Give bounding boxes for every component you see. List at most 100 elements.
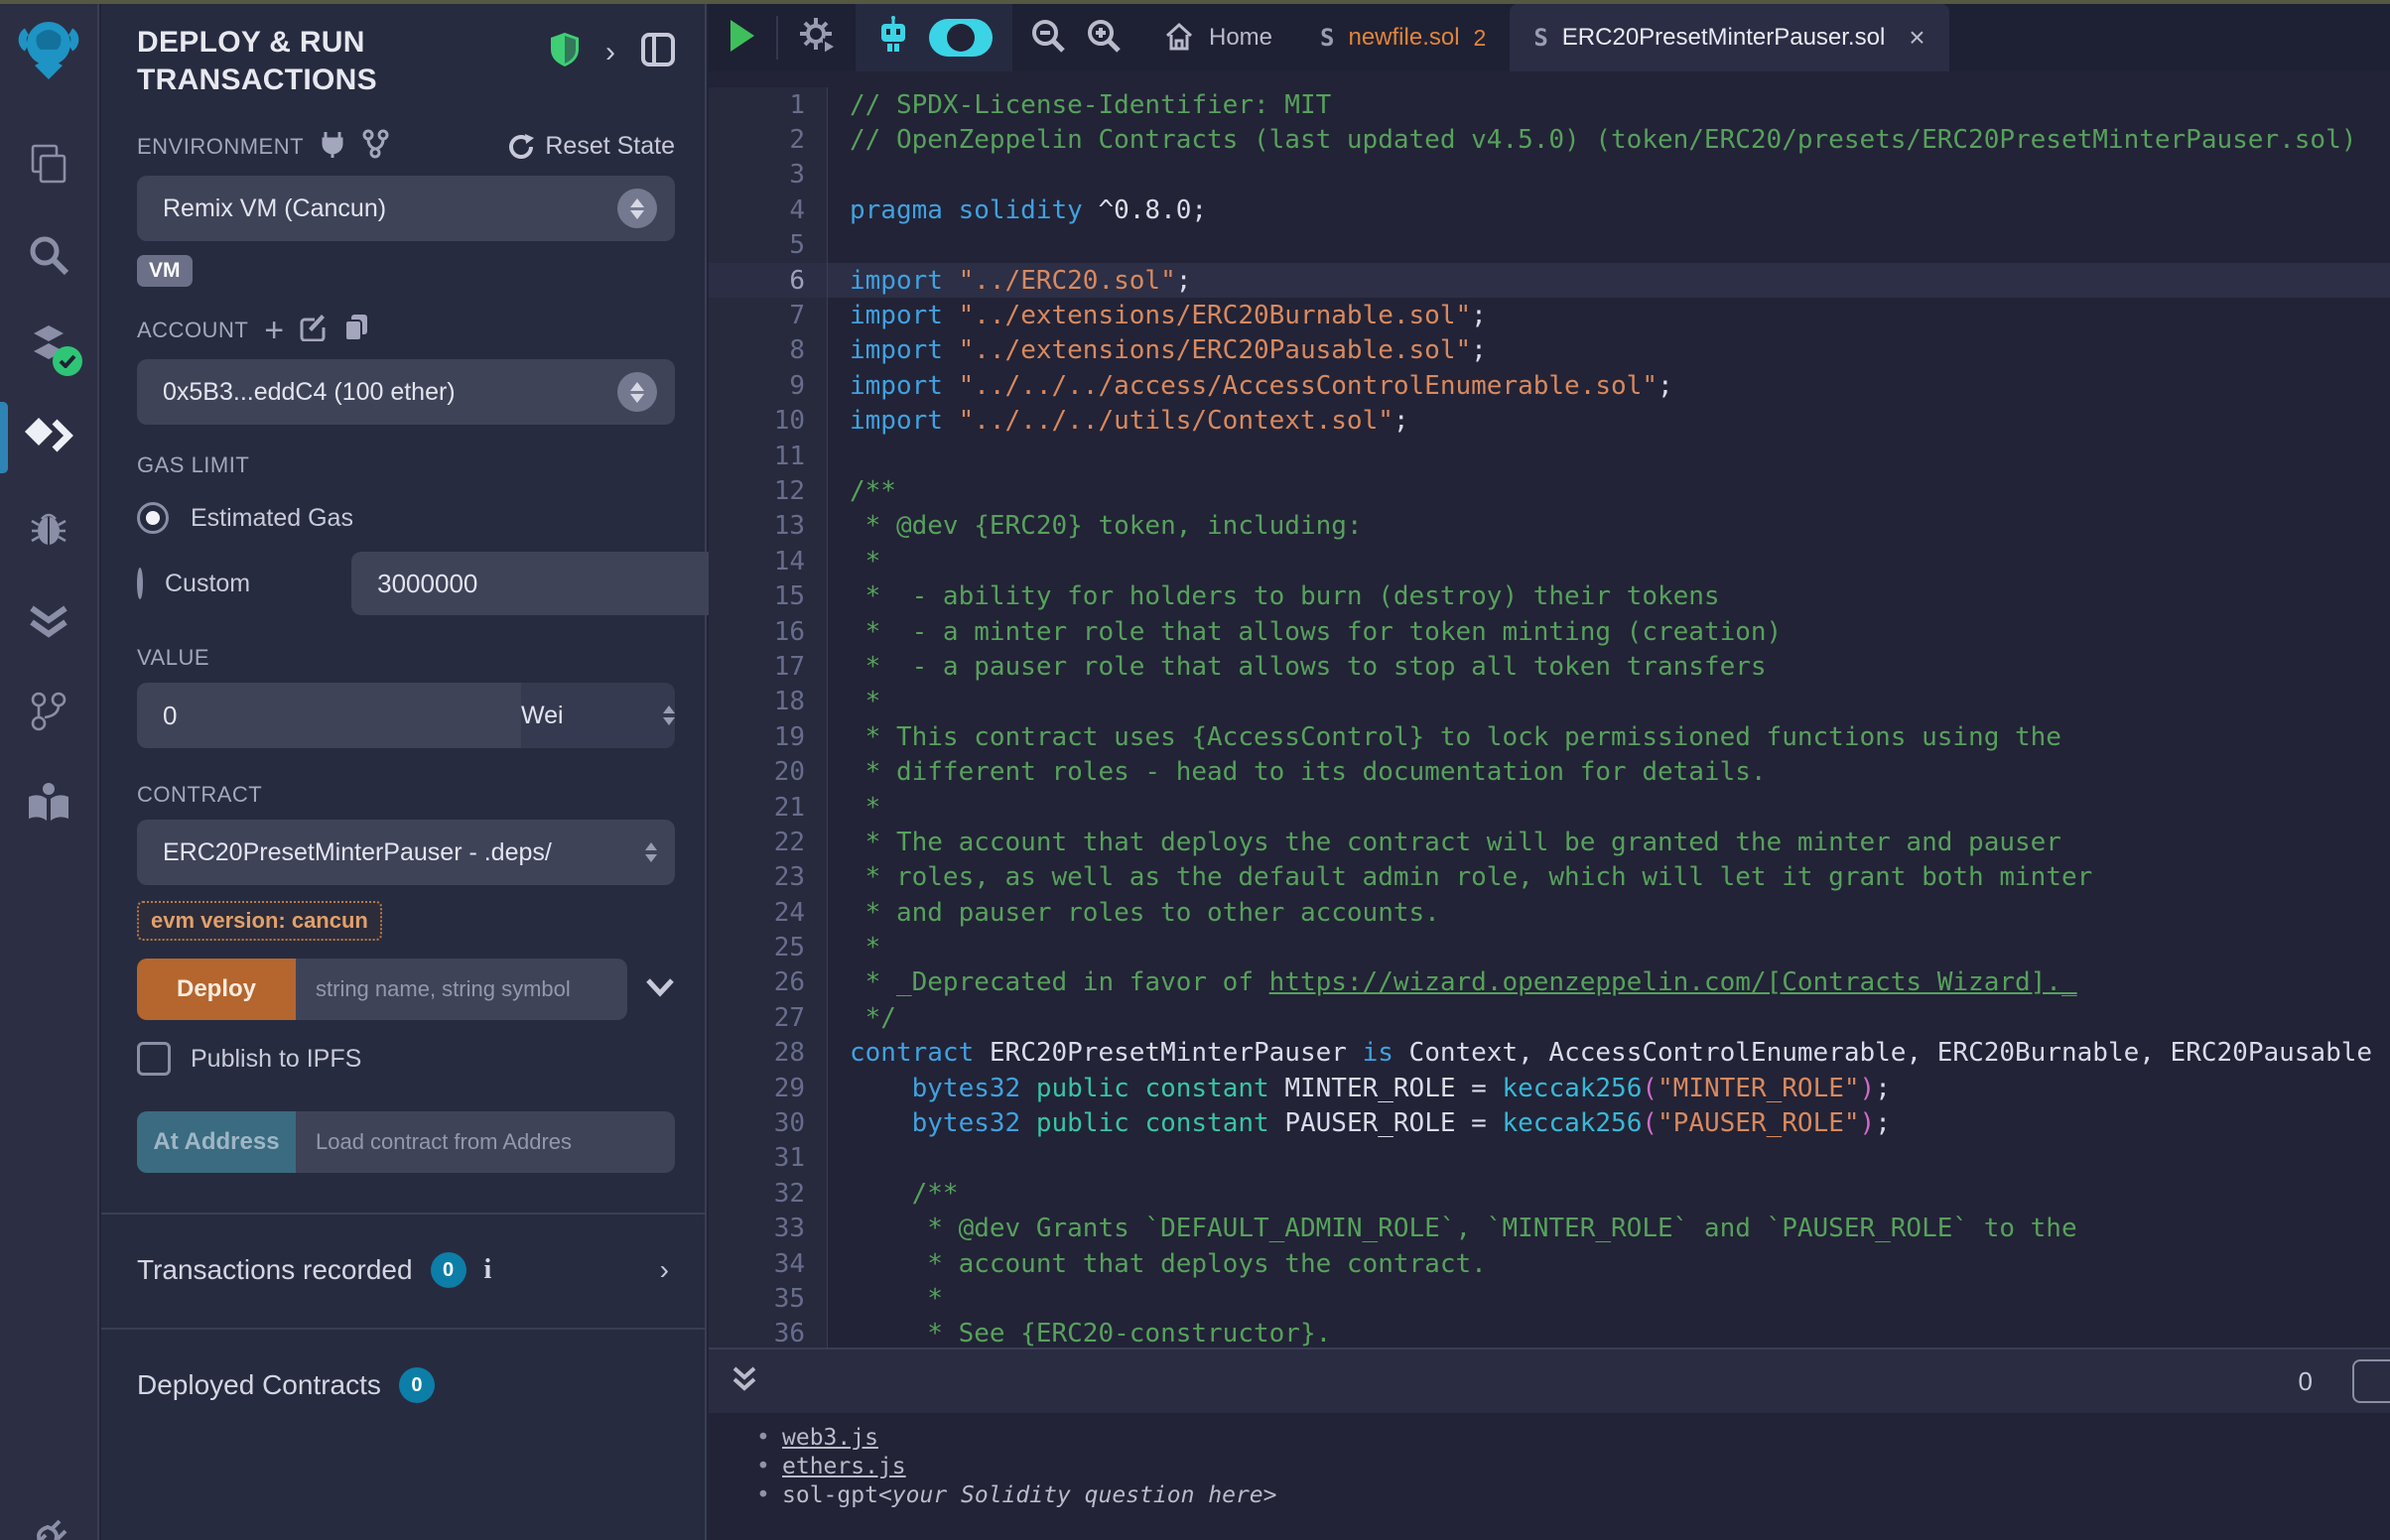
expand-args-icon[interactable] [645,977,675,1002]
transactions-recorded-section[interactable]: Transactions recorded 0 i › [101,1215,705,1288]
info-icon[interactable]: i [484,1254,492,1286]
code-line[interactable]: 14 * [709,544,2390,578]
code-line[interactable]: 15 * - ability for holders to burn (dest… [709,578,2390,613]
code-editor[interactable]: 1// SPDX-License-Identifier: MIT2// Open… [709,71,2390,1348]
chevron-right-icon[interactable]: › [605,36,615,69]
code-line[interactable]: 25 * [709,930,2390,964]
code-line[interactable]: 1// SPDX-License-Identifier: MIT [709,87,2390,122]
code-line[interactable]: 23 * roles, as well as the default admin… [709,860,2390,895]
value-unit-select[interactable]: Wei [521,683,675,748]
contract-label: CONTRACT [137,782,262,808]
layout-icon[interactable] [641,33,675,71]
line-number: 36 [709,1317,828,1348]
code-line[interactable]: 7import "../extensions/ERC20Burnable.sol… [709,298,2390,332]
terminal-search-box[interactable] [2352,1359,2390,1403]
constructor-args-input[interactable] [296,959,627,1020]
remixai-robot-icon[interactable] [875,16,911,61]
close-tab-icon[interactable]: × [1909,22,1925,54]
deployed-count-badge: 0 [399,1367,435,1403]
script-config-icon[interactable] [798,16,838,61]
solidity-file-icon: S [1320,24,1334,52]
code-line[interactable]: 6import "../ERC20.sol"; [709,263,2390,298]
remix-logo[interactable] [17,14,80,90]
code-line[interactable]: 17 * - a pauser role that allows to stop… [709,649,2390,684]
shield-icon[interactable] [550,32,580,72]
zoom-out-icon[interactable] [1030,18,1066,59]
line-number: 20 [709,754,828,789]
code-line[interactable]: 34 * account that deploys the contract. [709,1246,2390,1281]
code-line[interactable]: 8import "../extensions/ERC20Pausable.sol… [709,333,2390,368]
file-explorer-icon[interactable] [0,118,98,209]
edit-account-icon[interactable] [300,314,328,346]
git-icon[interactable] [0,666,98,757]
terminal-output[interactable]: •web3.js •ethers.js •sol-gpt <your Solid… [709,1413,2390,1540]
terminal-link-web3[interactable]: web3.js [782,1425,878,1451]
debugger-icon[interactable] [0,483,98,575]
run-script-icon[interactable] [727,18,756,59]
contract-select[interactable]: ERC20PresetMinterPauser - .deps/ [137,820,675,885]
code-line[interactable]: 26 * _Deprecated in favor of https://wiz… [709,965,2390,1000]
value-input[interactable] [137,683,521,748]
code-line[interactable]: 30 bytes32 public constant PAUSER_ROLE =… [709,1105,2390,1140]
unit-caret-icon [663,706,675,725]
code-line[interactable]: 28contract ERC20PresetMinterPauser is Co… [709,1036,2390,1071]
solidity-compiler-icon[interactable] [0,301,98,392]
at-address-input[interactable] [296,1111,675,1173]
code-line[interactable]: 32 /** [709,1176,2390,1211]
code-line[interactable]: 21 * [709,790,2390,825]
plug-icon[interactable] [320,130,345,163]
code-line[interactable]: 18 * [709,685,2390,719]
line-number: 7 [709,298,828,332]
environment-select[interactable]: Remix VM (Cancun) [137,176,675,241]
tab-home[interactable]: Home [1139,4,1296,71]
code-line[interactable]: 29 bytes32 public constant MINTER_ROLE =… [709,1071,2390,1105]
tab-newfile[interactable]: S newfile.sol 2 [1296,4,1510,71]
deploy-button[interactable]: Deploy [137,959,296,1020]
deployed-contracts-section[interactable]: Deployed Contracts 0 [101,1330,705,1403]
line-number: 9 [709,368,828,403]
panel-title: DEPLOY & RUN TRANSACTIONS [137,24,550,99]
copy-account-icon[interactable] [343,313,369,347]
reset-state-button[interactable]: Reset State [507,132,675,161]
code-line[interactable]: 12/** [709,473,2390,508]
learneth-icon[interactable] [0,757,98,848]
fork-icon[interactable] [361,129,389,164]
custom-gas-radio[interactable] [137,568,143,599]
code-line[interactable]: 10import "../../../utils/Context.sol"; [709,404,2390,439]
code-line[interactable]: 5 [709,228,2390,263]
at-address-button[interactable]: At Address [137,1111,296,1173]
account-select[interactable]: 0x5B3...eddC4 (100 ether) [137,359,675,425]
code-line[interactable]: 33 * @dev Grants `DEFAULT_ADMIN_ROLE`, `… [709,1212,2390,1246]
terminal-link-ethers[interactable]: ethers.js [782,1454,906,1479]
code-line[interactable]: 31 [709,1141,2390,1176]
tab-erc20presetminterpauser[interactable]: S ERC20PresetMinterPauser.sol × [1510,4,1948,71]
terminal-collapse-icon[interactable] [730,1364,758,1399]
code-line[interactable]: 13 * @dev {ERC20} token, including: [709,509,2390,544]
unit-testing-icon[interactable] [0,575,98,666]
tab-bar: Home S newfile.sol 2 S ERC20PresetMinter… [709,4,2390,71]
search-icon[interactable] [0,209,98,301]
estimated-gas-radio[interactable] [137,502,169,534]
code-line[interactable]: 20 * different roles - head to its docum… [709,754,2390,789]
code-line[interactable]: 36 * See {ERC20-constructor}. [709,1317,2390,1348]
code-line[interactable]: 35 * [709,1281,2390,1316]
code-line[interactable]: 16 * - a minter role that allows for tok… [709,614,2390,649]
code-line[interactable]: 4pragma solidity ^0.8.0; [709,192,2390,227]
code-line[interactable]: 19 * This contract uses {AccessControl} … [709,719,2390,754]
copilot-toggle[interactable] [929,19,993,57]
publish-ipfs-checkbox[interactable] [137,1042,171,1076]
code-line[interactable]: 11 [709,439,2390,473]
code-line[interactable]: 27 */ [709,1000,2390,1035]
chevron-right-icon[interactable]: › [660,1254,669,1286]
code-line[interactable]: 9import "../../../access/AccessControlEn… [709,368,2390,403]
plugin-manager-icon[interactable] [26,1517,73,1540]
zoom-in-icon[interactable] [1086,18,1122,59]
code-line[interactable]: 24 * and pauser roles to other accounts. [709,895,2390,930]
code-line[interactable]: 22 * The account that deploys the contra… [709,825,2390,859]
code-line[interactable]: 2// OpenZeppelin Contracts (last updated… [709,122,2390,157]
custom-gas-input[interactable] [351,552,719,615]
deploy-run-icon[interactable] [0,392,98,483]
add-account-icon[interactable]: + [264,320,284,341]
code-lines: 1// SPDX-License-Identifier: MIT2// Open… [709,87,2390,1348]
code-line[interactable]: 3 [709,158,2390,192]
